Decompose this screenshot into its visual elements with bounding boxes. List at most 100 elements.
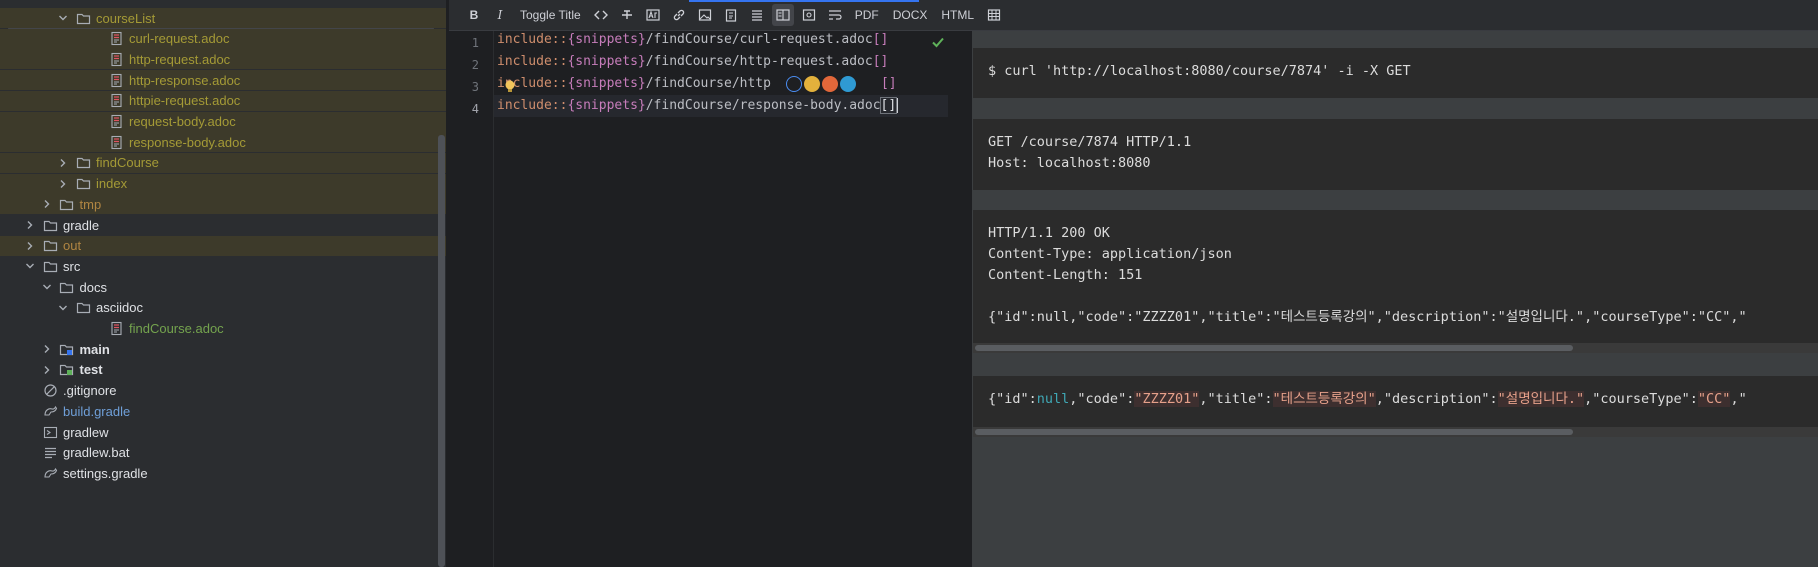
response-status: HTTP/1.1 200 OK	[988, 225, 1110, 241]
response-body-snippet: {"id":null,"code":"ZZZZ01","title":"테스트등…	[973, 376, 1818, 427]
json-punct: ,"courseType":	[1584, 391, 1698, 407]
json-punct: ,"description":	[1375, 391, 1498, 407]
chevron-down-icon[interactable]	[22, 258, 38, 274]
tree-item[interactable]: courseList	[0, 8, 446, 28]
folder-icon	[75, 10, 91, 26]
chevron-down-icon[interactable]	[55, 10, 71, 26]
response-horizontal-scrollbar[interactable]	[973, 343, 1818, 353]
intellij-browser-icon[interactable]	[786, 76, 802, 92]
link-icon[interactable]	[668, 4, 690, 26]
chevron-right-icon[interactable]	[55, 176, 71, 192]
scrollbar-thumb[interactable]	[975, 345, 1573, 351]
json-string: "설명입니다."	[1497, 391, 1585, 407]
tree-item[interactable]: src	[0, 256, 446, 276]
terminal-icon	[42, 424, 58, 440]
gradle-icon	[42, 403, 58, 419]
soft-wrap-icon[interactable]	[824, 4, 846, 26]
tree-item[interactable]: main	[0, 339, 446, 359]
http-response-snippet: HTTP/1.1 200 OK Content-Type: applicatio…	[973, 210, 1818, 343]
tree-item-label: request-body.adoc	[129, 114, 236, 129]
response-content-type: Content-Type: application/json	[988, 246, 1232, 262]
clipboard-icon[interactable]	[720, 4, 742, 26]
list-icon[interactable]	[746, 4, 768, 26]
tree-item[interactable]: curl-request.adoc	[0, 28, 446, 49]
tree-item[interactable]: tmp	[0, 194, 446, 215]
gradle-icon	[42, 465, 58, 481]
tree-item[interactable]: docs	[0, 277, 446, 297]
code-line[interactable]: include::{snippets}/findCourse/http-requ…	[497, 51, 888, 73]
chevron-right-icon[interactable]	[22, 217, 38, 233]
tree-item[interactable]: asciidoc	[0, 298, 446, 318]
tree-item[interactable]: http-request.adoc	[0, 49, 446, 70]
tree-item[interactable]: .gitignore	[0, 381, 446, 401]
chevron-down-icon[interactable]	[39, 279, 55, 295]
tree-item[interactable]: settings.gradle	[0, 463, 446, 483]
include-path: /findCourse/http-request.adoc	[645, 54, 873, 69]
bold-button[interactable]: B	[463, 4, 485, 26]
table-icon[interactable]	[983, 4, 1005, 26]
italic-button[interactable]: I	[489, 4, 511, 26]
curl-snippet: $ curl 'http://localhost:8080/course/787…	[973, 48, 1818, 98]
toggle-title-button[interactable]: Toggle Title	[515, 4, 586, 26]
chevron-right-icon[interactable]	[39, 196, 55, 212]
editor-scrollbar[interactable]	[948, 31, 956, 567]
preview-icon[interactable]	[798, 4, 820, 26]
export-docx-button[interactable]: DOCX	[888, 4, 933, 26]
firefox-icon[interactable]	[822, 76, 838, 92]
body-horizontal-scrollbar[interactable]	[973, 427, 1818, 437]
code-line[interactable]: include::{snippets}/findCourse/curl-requ…	[497, 29, 888, 51]
line-number: 1	[471, 36, 479, 50]
scrollbar-thumb[interactable]	[975, 429, 1573, 435]
tree-item[interactable]: gradlew	[0, 422, 446, 442]
tree-item-label: index	[96, 176, 128, 192]
lightbulb-icon[interactable]	[503, 79, 517, 93]
tree-item[interactable]: test	[0, 360, 446, 380]
tree-item-label: settings.gradle	[63, 465, 148, 481]
tree-item[interactable]: httpie-request.adoc	[0, 90, 446, 111]
tree-item[interactable]: out	[0, 235, 446, 256]
export-pdf-button[interactable]: PDF	[850, 4, 884, 26]
tree-item[interactable]: http-response.adoc	[0, 70, 446, 91]
tree-item[interactable]: gradlew.bat	[0, 443, 446, 463]
strikethrough-icon[interactable]	[616, 4, 638, 26]
export-html-button[interactable]: HTML	[936, 4, 979, 26]
tree-item[interactable]: build.gradle	[0, 401, 446, 421]
tree-item-label: http-response.adoc	[129, 72, 241, 88]
edge-icon[interactable]	[840, 76, 856, 92]
code-line[interactable]: include::{snippets}/findCourse/response-…	[497, 95, 899, 117]
highlight-icon[interactable]	[642, 4, 664, 26]
chevron-right-icon[interactable]	[39, 341, 55, 357]
tree-item[interactable]: gradle	[0, 215, 446, 235]
tree-item-label: httpie-request.adoc	[129, 93, 241, 109]
chevron-right-icon[interactable]	[39, 362, 55, 378]
folder-icon	[42, 238, 58, 254]
tree-item[interactable]: response-body.adoc	[0, 132, 446, 153]
tree-item[interactable]: index	[0, 173, 446, 194]
tree-item-label: build.gradle	[63, 403, 131, 419]
tree-item[interactable]: findCourse	[0, 152, 446, 173]
folder-icon	[42, 258, 58, 274]
tree-item[interactable]: request-body.adoc	[0, 111, 446, 132]
code-icon[interactable]	[590, 4, 612, 26]
tree-item-label: response-body.adoc	[129, 134, 246, 150]
image-icon[interactable]	[694, 4, 716, 26]
chevron-down-icon[interactable]	[55, 300, 71, 316]
json-string: "테스트등록강의"	[1272, 391, 1376, 407]
tree-item-label: curl-request.adoc	[129, 31, 230, 47]
chevron-right-icon[interactable]	[55, 155, 71, 171]
curl-command: $ curl 'http://localhost:8080/course/787…	[988, 63, 1411, 79]
include-path: /findCourse/curl-request.adoc	[645, 32, 873, 47]
tree-item-label: test	[79, 362, 103, 378]
split-view-icon[interactable]	[771, 4, 794, 26]
chevron-right-icon[interactable]	[22, 238, 38, 254]
tree-scrollbar[interactable]	[438, 135, 445, 567]
active-tab-indicator	[689, 0, 919, 2]
json-punct: ,"code":	[1069, 391, 1135, 407]
tree-item[interactable]: findCourse.adoc	[0, 319, 446, 339]
tree-item-label: .gitignore	[63, 383, 117, 399]
chrome-icon[interactable]	[804, 76, 820, 92]
